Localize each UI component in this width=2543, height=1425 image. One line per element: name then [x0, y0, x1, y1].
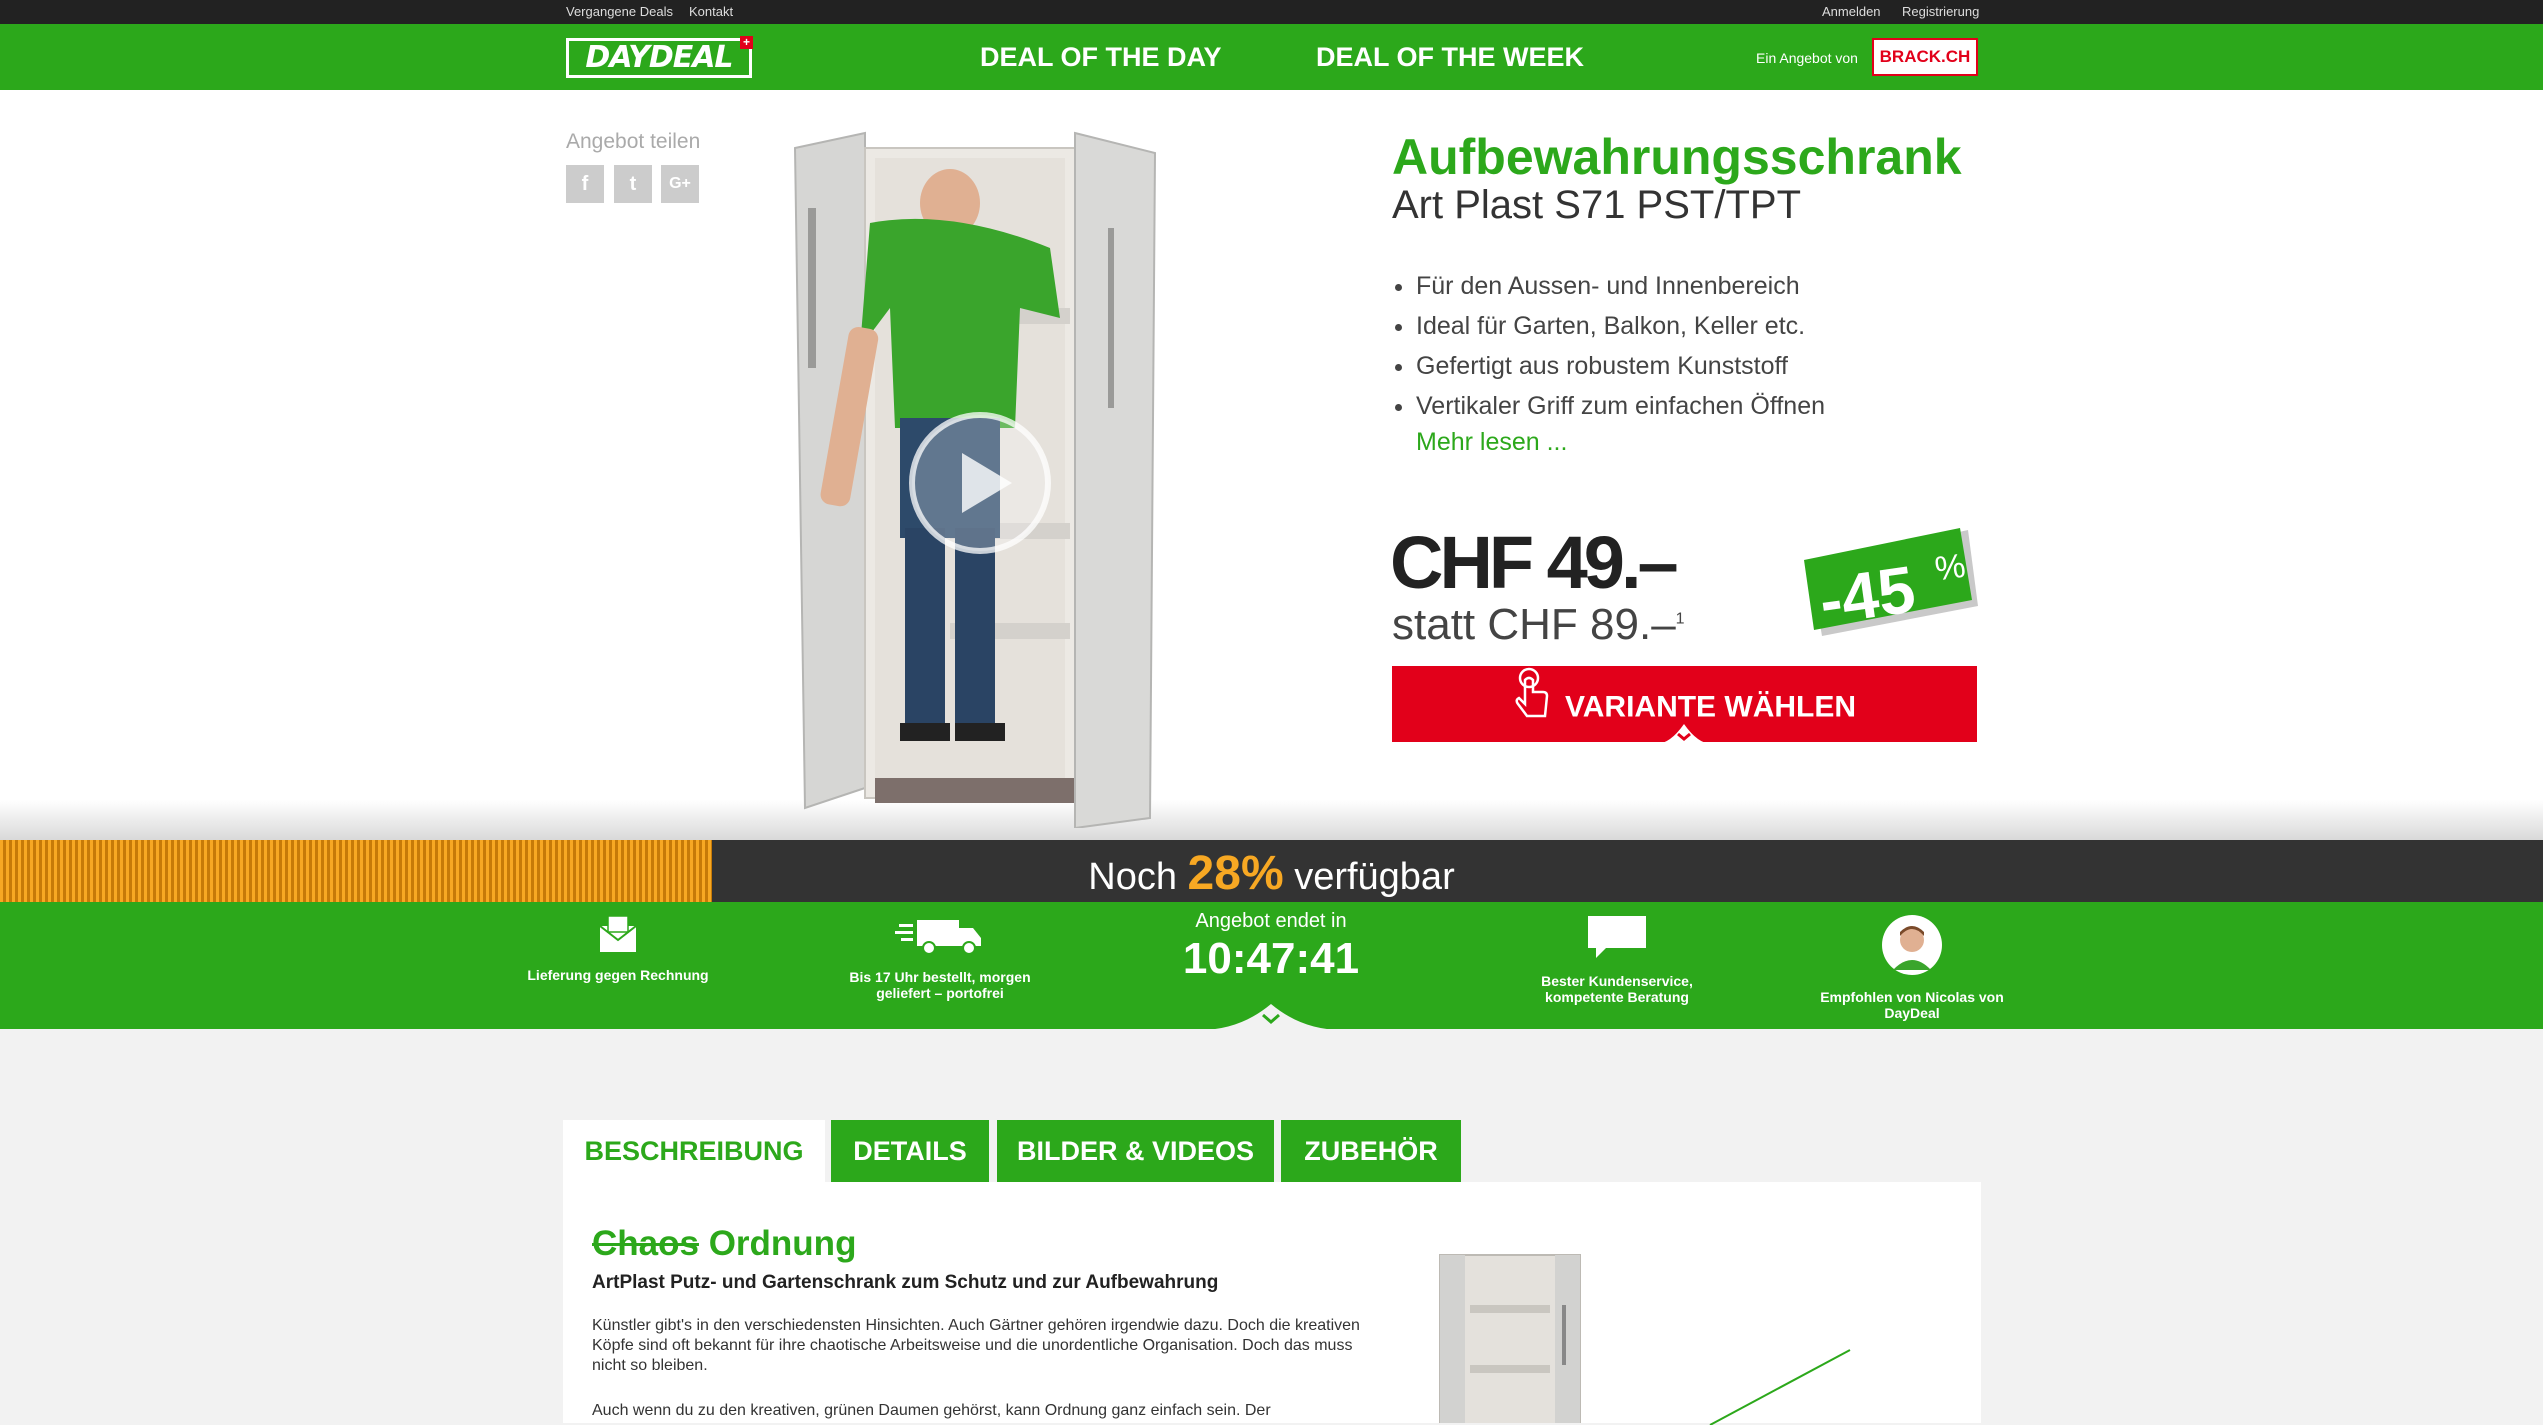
- top-bar: Vergangene Deals Kontakt Anmelden Regist…: [0, 0, 2543, 24]
- tab-beschreibung[interactable]: BESCHREIBUNG: [563, 1120, 825, 1182]
- scroll-down-chevron-icon[interactable]: [1200, 1000, 1342, 1030]
- tab-details[interactable]: DETAILS: [831, 1120, 989, 1182]
- tab-bilder-videos[interactable]: BILDER & VIDEOS: [997, 1120, 1274, 1182]
- tab-zubehoer[interactable]: ZUBEHÖR: [1281, 1120, 1461, 1182]
- truck-icon: [895, 920, 981, 955]
- feature-list: Für den Aussen- und Innenbereich Ideal f…: [1392, 266, 1825, 426]
- product-subtitle: Art Plast S71 PST/TPT: [1392, 183, 1802, 227]
- discount-percent: %: [1933, 547, 1968, 589]
- share-label: Angebot teilen: [566, 130, 701, 153]
- availability-text: Noch 28% verfügbar: [1088, 847, 1455, 900]
- product-image[interactable]: [790, 128, 1160, 828]
- login-link[interactable]: Anmelden: [1822, 4, 1881, 19]
- product-title: Aufbewahrungsschrank: [1392, 129, 1962, 185]
- deal-of-the-week-tab[interactable]: DEAL OF THE WEEK: [1316, 42, 1584, 73]
- avatar: [1882, 915, 1942, 975]
- delivery-label: Bis 17 Uhr bestellt, morgen geliefert – …: [849, 969, 1031, 1001]
- cabinet-thumbnail: [1439, 1254, 1581, 1423]
- brack-logo[interactable]: BRACK.CH: [1872, 38, 1978, 76]
- description-subheading: ArtPlast Putz- und Gartenschrank zum Sch…: [592, 1272, 1219, 1293]
- discount-value: -45: [1815, 551, 1920, 638]
- availability-percent: 28%: [1187, 847, 1284, 900]
- feature-item: Vertikaler Griff zum einfachen Öffnen: [1416, 386, 1825, 426]
- countdown-timer: 10:47:41: [1182, 934, 1360, 983]
- decorative-line: [1709, 1349, 1851, 1425]
- daydeal-logo[interactable]: DAYDEAL: [566, 38, 752, 78]
- service-info: Bester Kundenservice, kompetente Beratun…: [1517, 914, 1717, 1005]
- feature-item: Gefertigt aus robustem Kunststoff: [1416, 346, 1825, 386]
- chat-bubble-icon: [1588, 916, 1646, 958]
- recommended-label: Empfohlen von Nicolas von DayDeal: [1820, 989, 2004, 1021]
- invoice-label: Lieferung gegen Rechnung: [527, 967, 709, 983]
- struck-word: Chaos: [592, 1224, 699, 1263]
- delivery-info: Bis 17 Uhr bestellt, morgen geliefert – …: [840, 914, 1040, 1001]
- hero-section: [0, 90, 2543, 840]
- old-price: statt CHF 89.–1: [1392, 600, 1685, 649]
- feature-item: Für den Aussen- und Innenbereich: [1416, 266, 1825, 306]
- hero-shadow: [0, 800, 2543, 840]
- deal-of-the-day-tab[interactable]: DEAL OF THE DAY: [980, 42, 1222, 73]
- discount-badge: -45 %: [1804, 528, 1978, 638]
- feature-item: Ideal für Garten, Balkon, Keller etc.: [1416, 306, 1825, 346]
- description-heading: Chaos Ordnung: [592, 1224, 857, 1263]
- offer-ends-label: Angebot endet in: [1195, 910, 1347, 932]
- description-paragraph: Auch wenn du zu den kreativen, grünen Da…: [592, 1402, 1271, 1419]
- cta-chevron-icon: [1656, 724, 1712, 744]
- cta-label: VARIANTE WÄHLEN: [1564, 690, 1857, 724]
- google-plus-share-icon[interactable]: G+: [661, 165, 699, 203]
- price-footnote: 1: [1675, 610, 1685, 628]
- twitter-share-icon[interactable]: t: [614, 165, 652, 203]
- current-price: CHF 49.–: [1390, 521, 1679, 604]
- swiss-cross-icon: +: [740, 36, 753, 49]
- read-more-link[interactable]: Mehr lesen ...: [1416, 428, 1567, 457]
- envelope-icon: [599, 915, 637, 952]
- offer-by-label: Ein Angebot von: [1756, 50, 1858, 66]
- main-nav: DAYDEAL + DEAL OF THE DAY DEAL OF THE WE…: [0, 24, 2543, 114]
- invoice-info: Lieferung gegen Rechnung: [518, 914, 718, 983]
- hand-pointer-icon: [1513, 666, 1553, 749]
- description-paragraph: Künstler gibt's in den verschiedensten H…: [592, 1317, 1360, 1374]
- facebook-share-icon[interactable]: f: [566, 165, 604, 203]
- register-link[interactable]: Registrierung: [1902, 4, 1979, 19]
- contact-link[interactable]: Kontakt: [689, 4, 733, 19]
- past-deals-link[interactable]: Vergangene Deals: [566, 4, 673, 19]
- service-label: Bester Kundenservice, kompetente Beratun…: [1541, 973, 1693, 1005]
- recommended-info: Empfohlen von Nicolas von DayDeal: [1812, 914, 2012, 1021]
